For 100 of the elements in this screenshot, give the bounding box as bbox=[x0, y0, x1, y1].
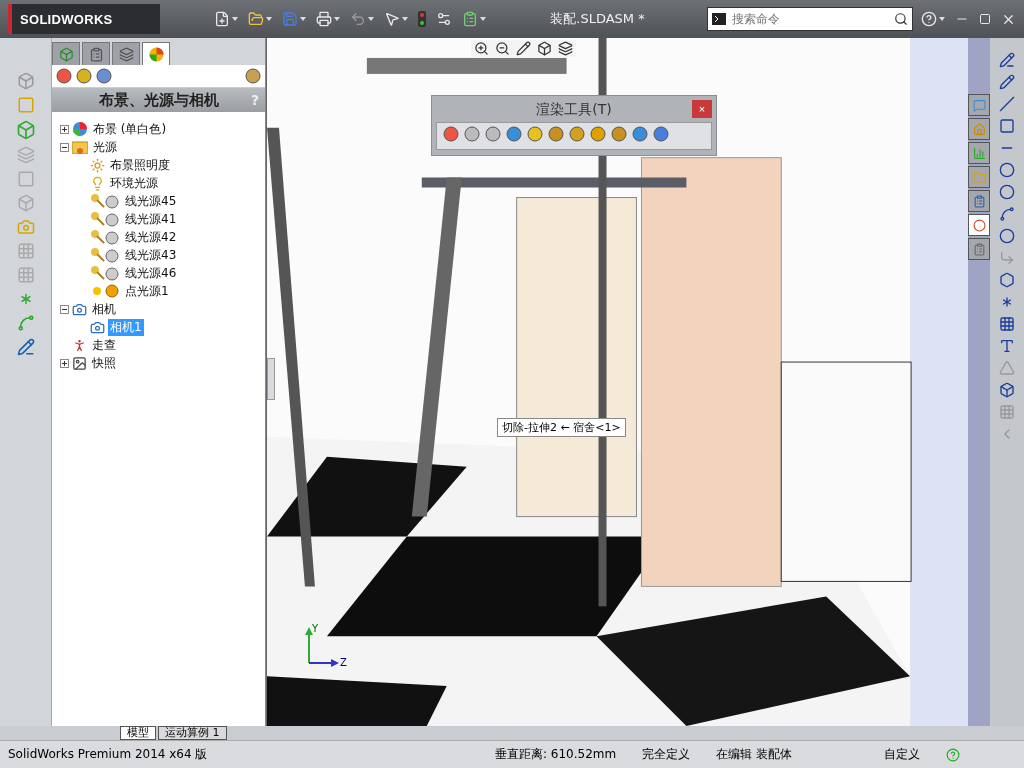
sketch-icon[interactable] bbox=[999, 52, 1015, 68]
sphere-icon[interactable] bbox=[56, 68, 72, 84]
command-prompt-icon bbox=[712, 13, 726, 25]
text-icon[interactable] bbox=[999, 338, 1015, 354]
new-file-icon bbox=[214, 11, 230, 27]
layers-icon[interactable] bbox=[558, 41, 573, 56]
panel-tab[interactable] bbox=[142, 42, 170, 65]
bottom-tab[interactable]: 运动算例 1 bbox=[158, 726, 227, 740]
spotlight-icon bbox=[90, 211, 120, 227]
list-icon bbox=[462, 11, 478, 27]
traffic-light-button[interactable] bbox=[416, 9, 428, 29]
sphere-icon[interactable] bbox=[569, 126, 585, 142]
search-field[interactable]: 搜索命令 bbox=[707, 7, 913, 31]
line-icon[interactable] bbox=[999, 96, 1015, 112]
y-axis-label: Y bbox=[312, 623, 319, 634]
home-icon[interactable] bbox=[968, 118, 990, 140]
sphere-icon[interactable] bbox=[245, 68, 261, 84]
chat-icon[interactable] bbox=[968, 94, 990, 116]
help-button[interactable] bbox=[919, 9, 947, 29]
tree-item[interactable]: 线光源41 bbox=[123, 210, 179, 228]
render-tools-title: 渲染工具(T) bbox=[536, 101, 612, 119]
globe-icon bbox=[72, 121, 88, 137]
bottom-tab[interactable]: 模型 bbox=[120, 726, 156, 740]
print-button[interactable] bbox=[314, 9, 342, 29]
circle-icon[interactable] bbox=[999, 162, 1015, 178]
pencil-icon[interactable] bbox=[999, 74, 1015, 90]
panel-tab[interactable] bbox=[112, 42, 140, 65]
grid-icon[interactable] bbox=[999, 316, 1015, 332]
tree-item[interactable]: 布景 (单白色) bbox=[91, 120, 169, 138]
person-icon bbox=[72, 337, 87, 353]
folder-icon bbox=[248, 11, 264, 27]
sphere-icon[interactable] bbox=[653, 126, 669, 142]
sphere-icon[interactable] bbox=[590, 126, 606, 142]
save-button[interactable] bbox=[280, 9, 308, 29]
chart-icon[interactable] bbox=[968, 142, 990, 164]
tree-item[interactable]: 光源 bbox=[91, 138, 119, 156]
product-version: SolidWorks Premium 2014 x64 版 bbox=[8, 746, 208, 763]
pointer-icon bbox=[384, 11, 400, 27]
distance-reading: 垂直距离: 610.52mm bbox=[494, 746, 617, 763]
tree-item[interactable]: 线光源45 bbox=[123, 192, 179, 210]
panel-tab[interactable] bbox=[82, 42, 110, 65]
tree-item[interactable]: 布景照明度 bbox=[108, 156, 172, 174]
zoom-out-icon[interactable] bbox=[495, 41, 510, 56]
sphere-icon[interactable] bbox=[485, 126, 501, 142]
y-axis-arrow bbox=[305, 627, 313, 664]
tree-item[interactable]: 快照 bbox=[90, 354, 118, 372]
tooltip: 切除-拉伸2 ← 宿舍<1> bbox=[497, 418, 626, 437]
zoom-in-icon[interactable] bbox=[474, 41, 489, 56]
editing-state: 在编辑 装配体 bbox=[716, 746, 792, 763]
layers-icon bbox=[118, 46, 134, 62]
app-logo: SOLIDWORKS bbox=[8, 4, 160, 34]
spotlight-icon bbox=[90, 265, 120, 281]
maximize-button[interactable] bbox=[977, 11, 993, 27]
z-axis-label: Z bbox=[340, 657, 347, 668]
help-icon[interactable] bbox=[946, 747, 960, 762]
definition-state: 完全定义 bbox=[642, 746, 691, 763]
help-icon bbox=[921, 11, 937, 27]
sphere-icon[interactable] bbox=[96, 68, 112, 84]
sphere-icon[interactable] bbox=[632, 126, 648, 142]
maximize-icon bbox=[979, 13, 991, 25]
tree-item[interactable]: 走查 bbox=[90, 336, 118, 354]
sphere-icon[interactable] bbox=[527, 126, 543, 142]
expander-icon[interactable] bbox=[60, 142, 69, 152]
tree-item[interactable]: 环境光源 bbox=[108, 174, 160, 192]
z-axis-arrow bbox=[308, 659, 339, 667]
clipboard-icon bbox=[88, 46, 104, 62]
sliders-icon bbox=[436, 11, 452, 27]
polygon-icon[interactable] bbox=[999, 272, 1015, 288]
expander-icon[interactable] bbox=[60, 304, 69, 314]
spotlight-icon bbox=[90, 193, 120, 209]
list-icon[interactable] bbox=[968, 190, 990, 212]
rectangle-icon[interactable] bbox=[999, 118, 1015, 134]
search-icon bbox=[894, 12, 908, 26]
tree-item[interactable]: 线光源42 bbox=[123, 228, 179, 246]
sphere-icon[interactable] bbox=[443, 126, 459, 142]
tree-item[interactable]: 线光源43 bbox=[123, 246, 179, 264]
traffic-light-icon bbox=[418, 11, 426, 27]
tree-item[interactable]: 线光源46 bbox=[123, 264, 179, 282]
spline-icon[interactable] bbox=[999, 206, 1015, 222]
folder-icon[interactable] bbox=[968, 166, 990, 188]
units-setting[interactable]: 自定义 bbox=[884, 746, 920, 763]
sun-bulb-icon bbox=[90, 283, 120, 299]
clipboard-icon[interactable] bbox=[968, 238, 990, 260]
sphere-icon[interactable] bbox=[76, 68, 92, 84]
sphere-icon[interactable] bbox=[548, 126, 564, 142]
sphere-icon[interactable] bbox=[611, 126, 627, 142]
panel-expand-handle[interactable] bbox=[267, 358, 275, 400]
expander-icon[interactable] bbox=[60, 124, 69, 134]
expander-icon[interactable] bbox=[60, 358, 69, 368]
tree-item[interactable]: 点光源1 bbox=[123, 282, 171, 300]
close-button[interactable]: × bbox=[692, 100, 712, 118]
printer-icon bbox=[316, 11, 332, 27]
pencil-icon[interactable] bbox=[516, 41, 531, 56]
sphere-icon[interactable] bbox=[506, 126, 522, 142]
undo-icon bbox=[350, 11, 366, 27]
window-title: 装配.SLDASM * bbox=[549, 10, 646, 28]
panel-title: 布景、光源与相机 bbox=[98, 90, 219, 110]
tree-item[interactable]: 相机 bbox=[90, 300, 118, 318]
search-input[interactable]: 搜索命令 bbox=[730, 11, 890, 27]
sphere-icon[interactable] bbox=[464, 126, 480, 142]
